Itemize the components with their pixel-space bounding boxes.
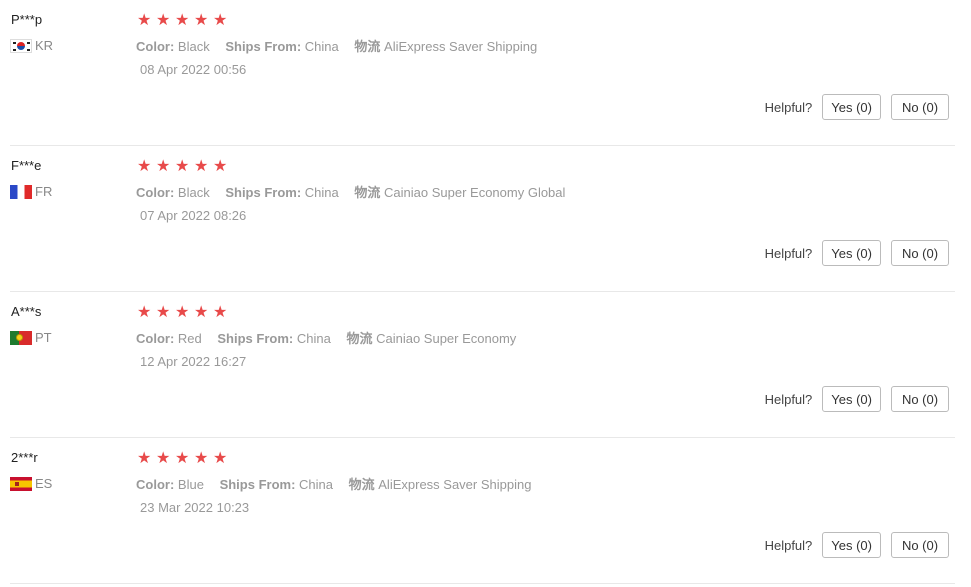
star-icon: ★ bbox=[156, 158, 172, 175]
star-icon: ★ bbox=[194, 304, 210, 321]
logistics-value: Cainiao Super Economy bbox=[376, 331, 517, 346]
review-date: 23 Mar 2022 10:23 bbox=[140, 500, 250, 515]
ships-from-label: Ships From: bbox=[225, 185, 302, 200]
star-icon: ★ bbox=[213, 450, 229, 467]
star-icon: ★ bbox=[175, 12, 191, 29]
helpful-controls: Helpful? Yes (0) No (0) bbox=[765, 94, 949, 120]
color-label: Color: bbox=[136, 185, 175, 200]
star-rating: ★ ★ ★ ★ ★ bbox=[137, 156, 232, 176]
helpful-no-button[interactable]: No (0) bbox=[891, 386, 949, 412]
star-icon: ★ bbox=[175, 158, 191, 175]
logistics-value: AliExpress Saver Shipping bbox=[384, 39, 538, 54]
star-icon: ★ bbox=[213, 304, 229, 321]
logistics-label: 物流 bbox=[354, 185, 381, 200]
star-icon: ★ bbox=[213, 158, 229, 175]
helpful-yes-button[interactable]: Yes (0) bbox=[822, 240, 881, 266]
review-attributes: Color: Red Ships From: China 物流 Cainiao … bbox=[136, 328, 528, 347]
ships-from-value: China bbox=[304, 39, 339, 54]
review-item: 2***r ES ★ ★ ★ ★ ★ Color: Blue Ships From: C… bbox=[10, 438, 955, 584]
logistics-label: 物流 bbox=[348, 477, 375, 492]
ships-from-label: Ships From: bbox=[225, 39, 302, 54]
color-value: Black bbox=[177, 39, 210, 54]
reviewer-name: A***s bbox=[11, 304, 42, 319]
helpful-yes-button[interactable]: Yes (0) bbox=[822, 532, 881, 558]
ships-from-label: Ships From: bbox=[217, 331, 294, 346]
star-icon: ★ bbox=[137, 304, 153, 321]
color-value: Black bbox=[177, 185, 210, 200]
star-icon: ★ bbox=[156, 450, 172, 467]
helpful-no-button[interactable]: No (0) bbox=[891, 94, 949, 120]
logistics-label: 物流 bbox=[346, 331, 373, 346]
star-icon: ★ bbox=[213, 12, 229, 29]
star-rating: ★ ★ ★ ★ ★ bbox=[137, 302, 232, 322]
es-flag-icon bbox=[10, 476, 32, 491]
ships-from-value: China bbox=[296, 331, 331, 346]
reviewer-name: F***e bbox=[11, 158, 42, 173]
review-attributes: Color: Black Ships From: China 物流 AliExp… bbox=[136, 36, 549, 55]
review-list: P***p KR ★ ★ ★ ★ ★ Color: Black Ships From: … bbox=[0, 0, 971, 584]
helpful-label: Helpful? bbox=[764, 99, 813, 115]
ships-from-value: China bbox=[304, 185, 339, 200]
star-icon: ★ bbox=[156, 12, 172, 29]
fr-flag-icon bbox=[10, 184, 32, 199]
country-code: KR bbox=[35, 38, 54, 53]
color-label: Color: bbox=[136, 477, 175, 492]
logistics-value: Cainiao Super Economy Global bbox=[384, 185, 566, 200]
star-icon: ★ bbox=[194, 12, 210, 29]
review-item: P***p KR ★ ★ ★ ★ ★ Color: Black Ships From: … bbox=[10, 0, 955, 146]
star-icon: ★ bbox=[175, 450, 191, 467]
star-icon: ★ bbox=[137, 12, 153, 29]
helpful-controls: Helpful? Yes (0) No (0) bbox=[765, 532, 949, 558]
country-code: ES bbox=[35, 476, 53, 491]
helpful-yes-button[interactable]: Yes (0) bbox=[822, 386, 881, 412]
helpful-controls: Helpful? Yes (0) No (0) bbox=[765, 240, 949, 266]
ships-from-value: China bbox=[299, 477, 333, 492]
review-date: 12 Apr 2022 16:27 bbox=[140, 354, 247, 369]
reviewer-name: 2***r bbox=[11, 450, 38, 465]
reviewer-country: KR bbox=[10, 38, 53, 53]
helpful-yes-button[interactable]: Yes (0) bbox=[822, 94, 881, 120]
star-icon: ★ bbox=[194, 158, 210, 175]
star-icon: ★ bbox=[194, 450, 210, 467]
reviewer-country: PT bbox=[10, 330, 52, 345]
helpful-label: Helpful? bbox=[764, 245, 813, 261]
review-date: 08 Apr 2022 00:56 bbox=[140, 62, 247, 77]
review-attributes: Color: Black Ships From: China 物流 Cainia… bbox=[136, 182, 577, 201]
helpful-label: Helpful? bbox=[764, 391, 813, 407]
star-icon: ★ bbox=[137, 158, 153, 175]
helpful-label: Helpful? bbox=[764, 537, 813, 553]
color-value: Blue bbox=[177, 477, 204, 492]
logistics-label: 物流 bbox=[354, 39, 381, 54]
kr-flag-icon bbox=[10, 38, 32, 53]
logistics-value: AliExpress Saver Shipping bbox=[378, 477, 532, 492]
reviewer-country: ES bbox=[10, 476, 52, 491]
reviewer-name: P***p bbox=[11, 12, 43, 27]
review-item: A***s PT ★ ★ ★ ★ ★ Color: Red Ships From: Ch… bbox=[10, 292, 955, 438]
helpful-controls: Helpful? Yes (0) No (0) bbox=[765, 386, 949, 412]
star-rating: ★ ★ ★ ★ ★ bbox=[137, 448, 232, 468]
ships-from-label: Ships From: bbox=[219, 477, 296, 492]
helpful-no-button[interactable]: No (0) bbox=[891, 240, 949, 266]
star-icon: ★ bbox=[137, 450, 153, 467]
star-icon: ★ bbox=[156, 304, 172, 321]
color-label: Color: bbox=[136, 39, 175, 54]
review-attributes: Color: Blue Ships From: China 物流 AliExpr… bbox=[136, 474, 543, 493]
review-item: F***e FR ★ ★ ★ ★ ★ Color: Black Ships From: … bbox=[10, 146, 955, 292]
color-value: Red bbox=[177, 331, 202, 346]
star-icon: ★ bbox=[175, 304, 191, 321]
pt-flag-icon bbox=[10, 330, 32, 345]
star-rating: ★ ★ ★ ★ ★ bbox=[137, 10, 232, 30]
reviewer-country: FR bbox=[10, 184, 52, 199]
country-code: PT bbox=[35, 330, 52, 345]
helpful-no-button[interactable]: No (0) bbox=[891, 532, 949, 558]
review-date: 07 Apr 2022 08:26 bbox=[140, 208, 247, 223]
country-code: FR bbox=[35, 184, 53, 199]
color-label: Color: bbox=[136, 331, 175, 346]
